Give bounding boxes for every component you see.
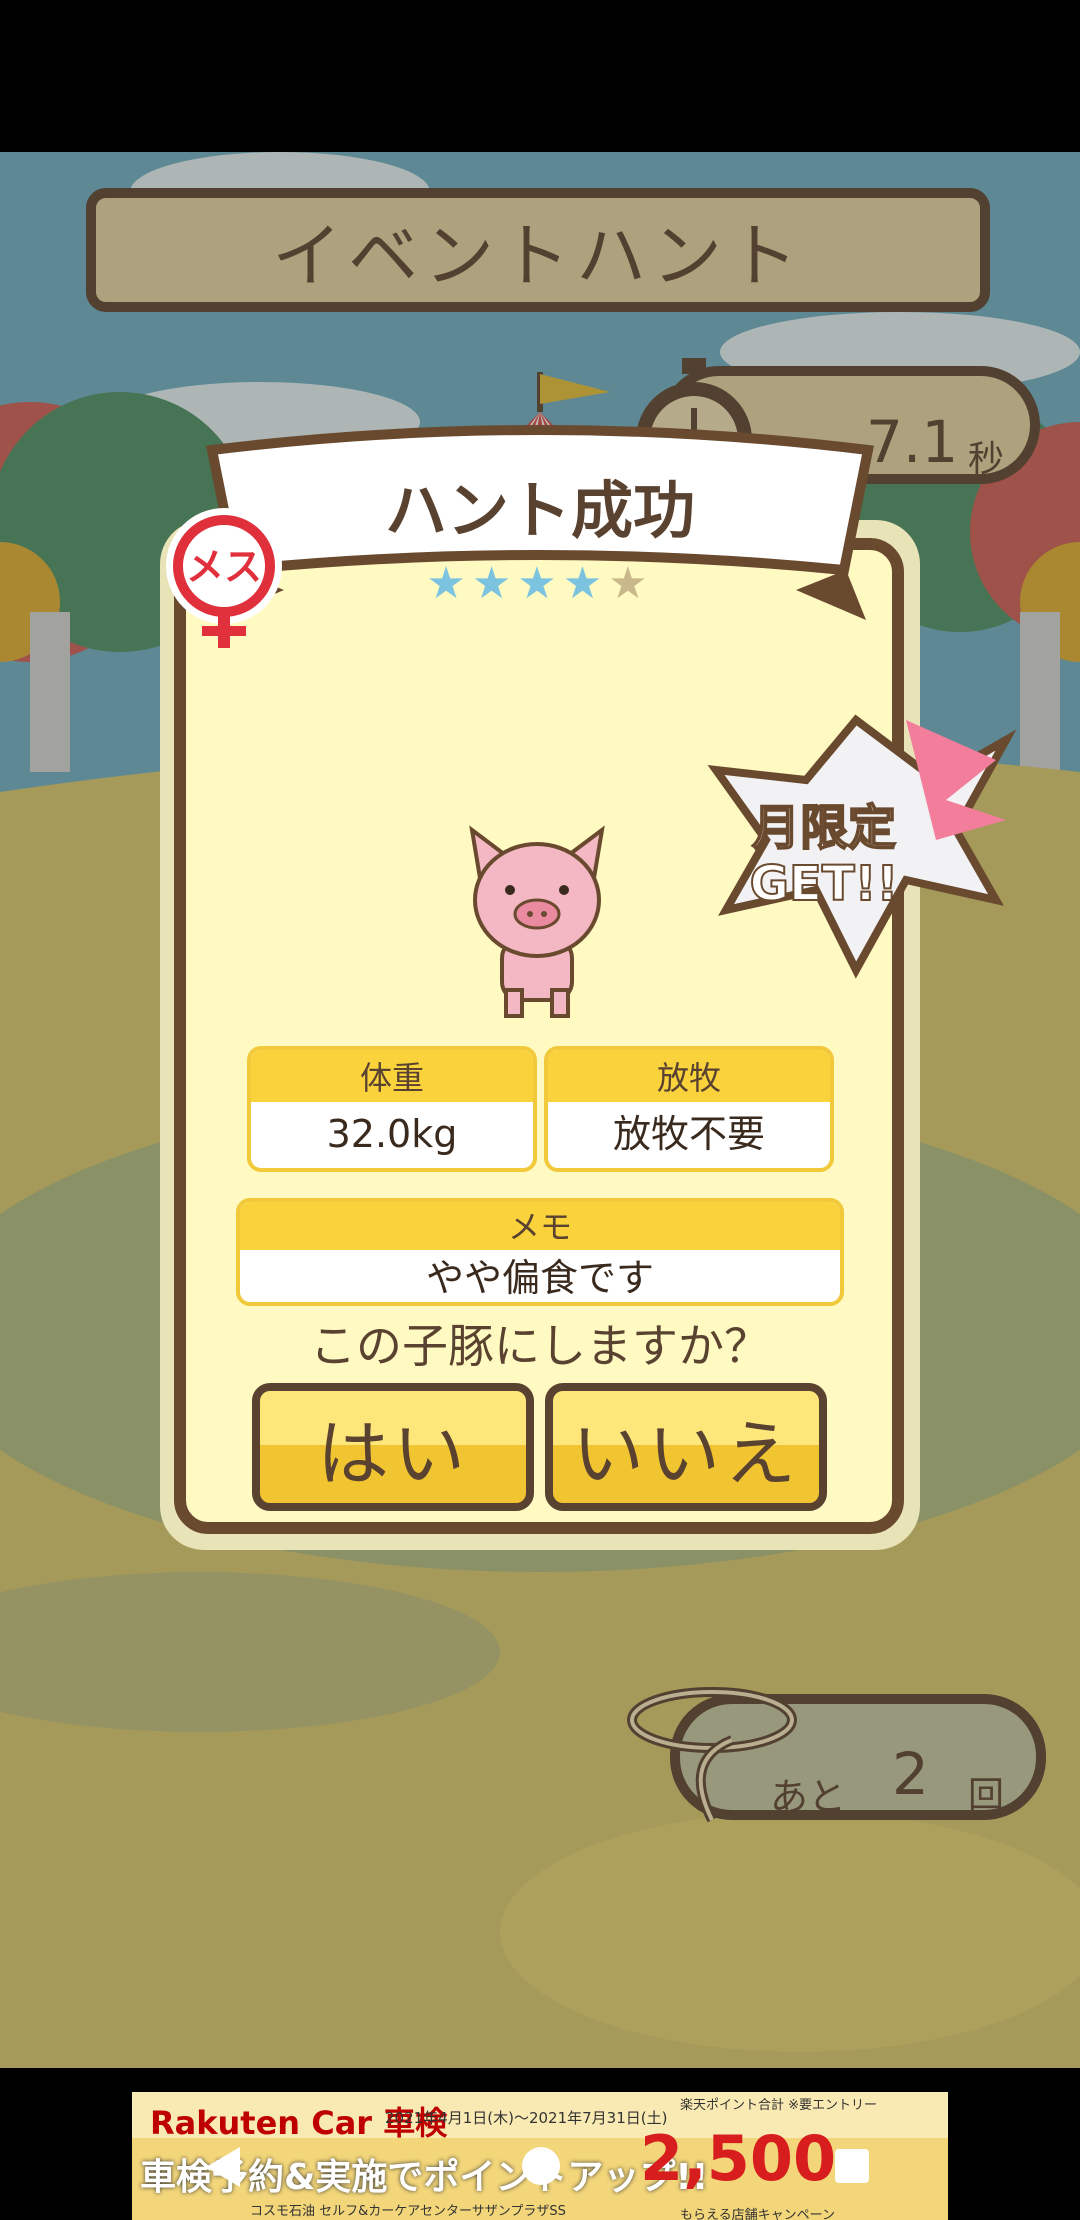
result-title: ハント成功 bbox=[384, 474, 695, 547]
ad-shop: コスモ石油 セルフ&カーケアセンターサザンプラザSS bbox=[250, 2204, 566, 2219]
piglet-character bbox=[469, 825, 605, 1018]
star-empty-icon: ★ bbox=[608, 558, 654, 609]
ad-campaign: もらえる店舗キャンペーン bbox=[680, 2208, 835, 2220]
gender-label: メス bbox=[186, 545, 262, 589]
star-icon: ★ bbox=[471, 558, 518, 609]
star-icon: ★ bbox=[517, 558, 563, 609]
status-bar bbox=[0, 0, 1080, 152]
memo-label: メモ bbox=[240, 1202, 840, 1250]
recent-apps-icon[interactable] bbox=[835, 2149, 869, 2183]
ad-points: 2,500 bbox=[640, 2122, 837, 2195]
star-icon: ★ bbox=[562, 558, 609, 609]
memo-box: メモ やや偏食です bbox=[236, 1198, 844, 1306]
grazing-label: 放牧 bbox=[548, 1050, 830, 1102]
grazing-box: 放牧 放牧不要 bbox=[544, 1046, 834, 1172]
screen: イベントハント あと 7.1 秒 あと 2 回 ハント成功 ★★★★★ bbox=[0, 0, 1080, 2220]
home-icon[interactable] bbox=[522, 2147, 560, 2185]
grazing-value: 放牧不要 bbox=[612, 1112, 765, 1156]
back-icon[interactable] bbox=[206, 2147, 240, 2187]
no-button[interactable]: いいえ bbox=[545, 1383, 827, 1511]
weight-box: 体重 32.0kg bbox=[247, 1046, 537, 1172]
weight-value: 32.0kg bbox=[326, 1112, 458, 1156]
star-icon: ★ bbox=[426, 558, 472, 609]
female-symbol-icon: メス bbox=[166, 508, 282, 648]
yes-button[interactable]: はい bbox=[252, 1383, 534, 1511]
memo-value: やや偏食です bbox=[425, 1256, 654, 1300]
ad-note: 楽天ポイント合計 ※要エントリー bbox=[680, 2098, 878, 2113]
limited-badge-text: 月限定 GET!! bbox=[720, 799, 928, 913]
limited-badge-line2: GET!! bbox=[749, 855, 900, 913]
limited-badge-line1: 月限定 bbox=[751, 799, 897, 857]
confirm-question: この子豚にしますか？ bbox=[310, 1319, 770, 1373]
ad-period: 2021年4月1日(木)～2021年7月31日(土) bbox=[385, 2109, 668, 2127]
weight-label: 体重 bbox=[251, 1050, 533, 1102]
